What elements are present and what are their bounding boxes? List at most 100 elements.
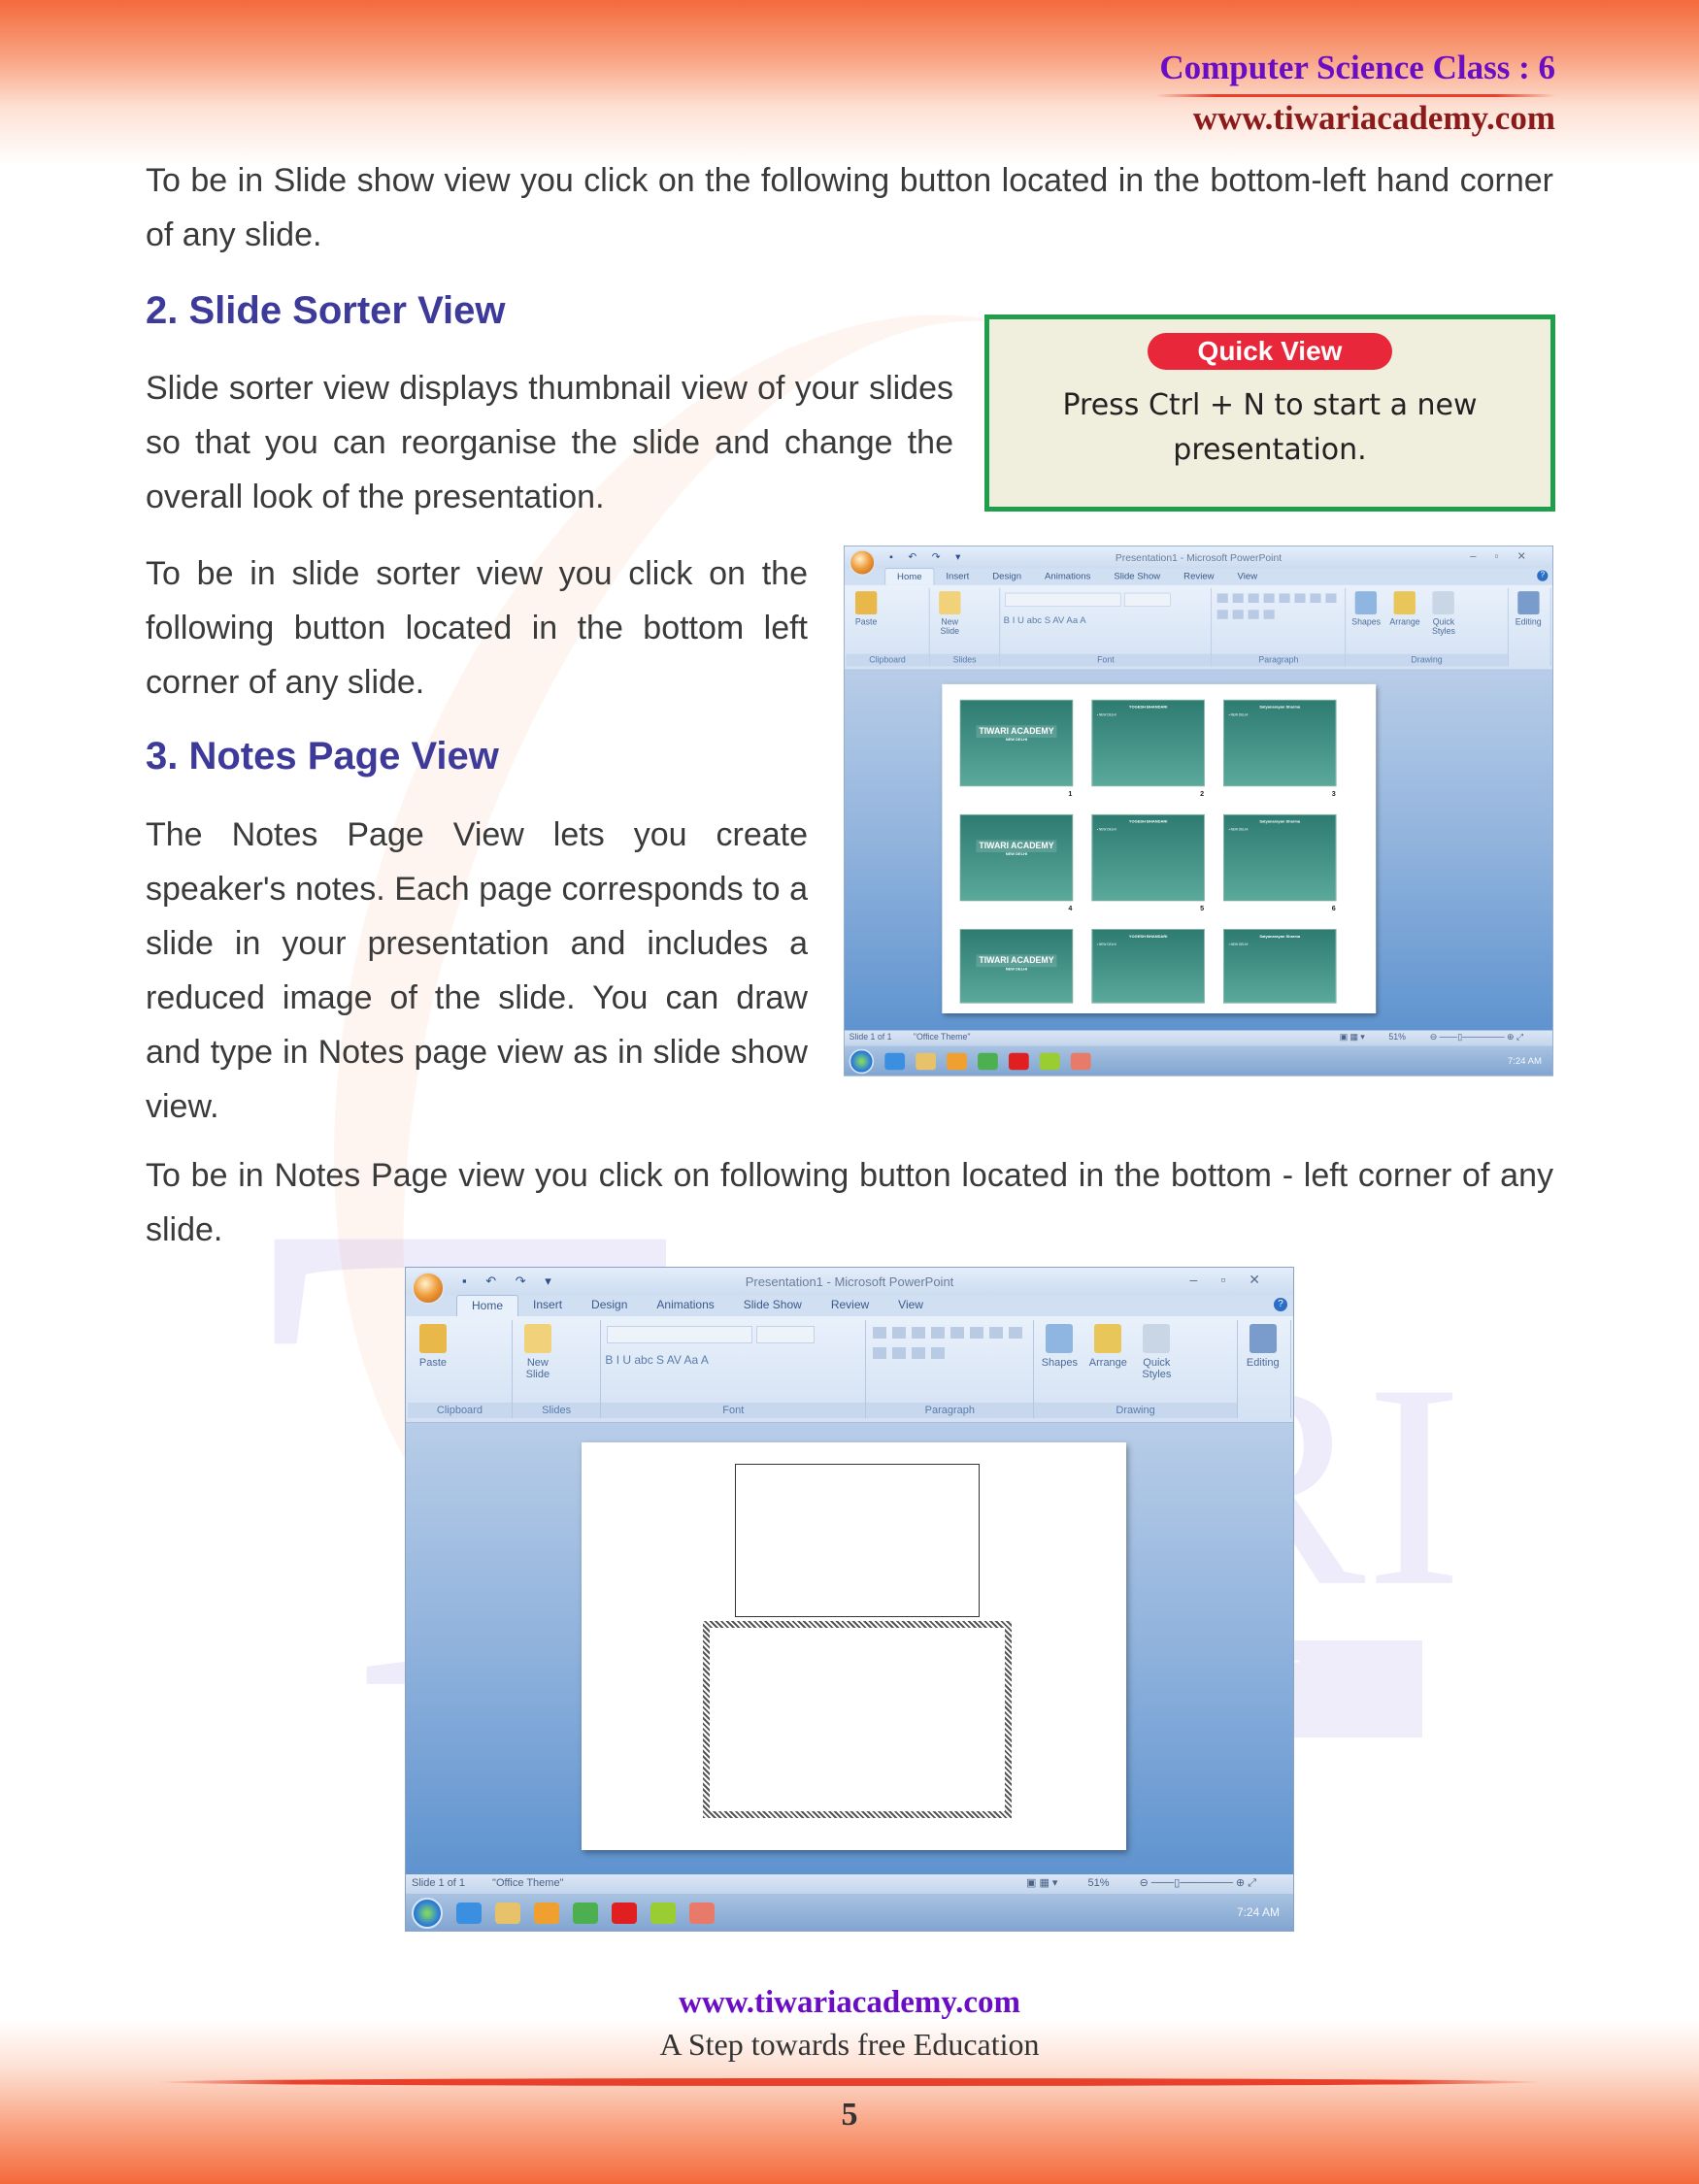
slide-thumbnail[interactable]: YOGESH BHANDARI • NEW DELHI: [1091, 929, 1205, 1004]
paste-button[interactable]: Paste: [850, 591, 883, 627]
paragraph-format-icon[interactable]: [1232, 610, 1244, 619]
slide-thumbnail[interactable]: Satyanarayan Sharma • NEW DELHI: [1223, 929, 1337, 1004]
font-fields: [1004, 591, 1209, 609]
pdf-icon[interactable]: [689, 1903, 715, 1924]
paragraph-format-icon[interactable]: [1232, 593, 1244, 604]
taskbar-clock: 7:24 AM: [1507, 1055, 1542, 1067]
shapes-button[interactable]: Shapes: [1349, 591, 1383, 627]
paragraph-format-icon[interactable]: [1216, 610, 1228, 619]
paste-label: Paste: [854, 617, 878, 627]
paragraph-format-icon[interactable]: [1325, 593, 1337, 604]
paragraph-format-icon[interactable]: [912, 1327, 926, 1339]
view-buttons[interactable]: ▣ ▦ ▾: [1340, 1033, 1367, 1042]
tab-animations[interactable]: Animations: [1033, 568, 1102, 585]
help-icon[interactable]: ?: [1537, 570, 1549, 581]
tab-home[interactable]: Home: [456, 1295, 519, 1316]
paragraph-format-icon[interactable]: [931, 1347, 946, 1359]
slide-thumbnail[interactable]: YOGESH BHANDARI • NEW DELHI: [1091, 813, 1205, 902]
help-icon[interactable]: ?: [1274, 1298, 1287, 1311]
tab-design[interactable]: Design: [577, 1295, 642, 1316]
font-size-field[interactable]: [1124, 592, 1172, 608]
explorer-icon[interactable]: [495, 1903, 520, 1924]
tab-slide-show[interactable]: Slide Show: [1102, 568, 1172, 585]
font-size-field[interactable]: [756, 1326, 816, 1343]
explorer-icon[interactable]: [916, 1052, 936, 1071]
office-button[interactable]: [412, 1272, 445, 1305]
paragraph-format-icon[interactable]: [1263, 593, 1275, 604]
tab-review[interactable]: Review: [816, 1295, 883, 1316]
start-button[interactable]: [412, 1898, 443, 1929]
notes-text-placeholder[interactable]: [703, 1621, 1012, 1818]
zoom-slider[interactable]: ⊖ ───▯─────── ⊕ ⤢: [1427, 1033, 1523, 1042]
paragraph-format-icon[interactable]: [1310, 593, 1321, 604]
footer-url[interactable]: www.tiwariacademy.com: [0, 1985, 1699, 2021]
zoom-controls[interactable]: ▣ ▦ ▾ 51% ⊖ ───▯─────── ⊕ ⤢: [1340, 1032, 1545, 1042]
pdf-icon[interactable]: [1070, 1052, 1091, 1071]
app-icon[interactable]: [650, 1903, 676, 1924]
paragraph-format-icon[interactable]: [931, 1327, 946, 1339]
quick-styles-button[interactable]: Quick Styles: [1135, 1324, 1178, 1380]
font-name-field[interactable]: [1005, 592, 1121, 608]
start-button[interactable]: [849, 1048, 875, 1075]
quick-styles-button[interactable]: Quick Styles: [1426, 591, 1460, 636]
paragraph-format-icon[interactable]: [873, 1347, 887, 1359]
slide-thumbnail[interactable]: Satyanarayan Sharma • NEW DELHI: [1223, 699, 1337, 787]
header-url[interactable]: www.tiwariacademy.com: [1193, 99, 1555, 138]
paste-button[interactable]: Paste: [412, 1324, 454, 1369]
paragraph-format-icon[interactable]: [1009, 1327, 1023, 1339]
paragraph-format-icon[interactable]: [970, 1327, 984, 1339]
slide-thumbnail[interactable]: Satyanarayan Sharma • NEW DELHI: [1223, 813, 1337, 902]
tab-animations[interactable]: Animations: [642, 1295, 728, 1316]
window-controls[interactable]: –▫✕: [1470, 549, 1545, 563]
tab-home[interactable]: Home: [884, 568, 935, 585]
slide-thumbnail[interactable]: YOGESH BHANDARI • NEW DELHI: [1091, 699, 1205, 787]
paragraph-format-icon[interactable]: [912, 1347, 926, 1359]
workspace: [406, 1423, 1293, 1874]
paragraph-format-icon[interactable]: [873, 1327, 887, 1339]
slide-thumbnail[interactable]: TIWARI ACADEMY NEW DELHI: [959, 929, 1074, 1004]
ie-icon[interactable]: [456, 1903, 482, 1924]
tab-review[interactable]: Review: [1172, 568, 1225, 585]
media-player-icon[interactable]: [947, 1052, 967, 1071]
new-slide-button[interactable]: New Slide: [933, 591, 967, 636]
zoom-slider[interactable]: ⊖ ───▯─────── ⊕ ⤢: [1137, 1877, 1256, 1889]
arrange-button[interactable]: Arrange: [1387, 591, 1421, 627]
window-controls[interactable]: –▫✕: [1190, 1272, 1283, 1288]
opera-icon[interactable]: [1008, 1052, 1029, 1071]
tab-slide-show[interactable]: Slide Show: [729, 1295, 816, 1316]
office-button[interactable]: [849, 548, 876, 577]
tab-insert[interactable]: Insert: [934, 568, 981, 585]
paragraph-format-icon[interactable]: [950, 1327, 965, 1339]
chrome-icon[interactable]: [978, 1052, 998, 1071]
chrome-icon[interactable]: [573, 1903, 598, 1924]
paragraph-format-icon[interactable]: [989, 1327, 1004, 1339]
paragraph-format-icon[interactable]: [1248, 593, 1259, 604]
zoom-controls[interactable]: ▣ ▦ ▾ 51% ⊖ ───▯─────── ⊕ ⤢: [1026, 1876, 1283, 1890]
slide-thumbnail[interactable]: TIWARI ACADEMY NEW DELHI: [959, 699, 1074, 787]
font-name-field[interactable]: [607, 1326, 753, 1343]
slide-thumbnail[interactable]: TIWARI ACADEMY NEW DELHI: [959, 813, 1074, 902]
tab-view[interactable]: View: [883, 1295, 938, 1316]
arrange-button[interactable]: Arrange: [1086, 1324, 1129, 1369]
opera-icon[interactable]: [612, 1903, 637, 1924]
paragraph-format-icon[interactable]: [892, 1327, 907, 1339]
editing-button[interactable]: Editing: [1242, 1324, 1284, 1369]
paragraph-format-icon[interactable]: [1216, 593, 1228, 604]
taskbar-clock: 7:24 AM: [1236, 1905, 1280, 1919]
paragraph-format-icon[interactable]: [1294, 593, 1306, 604]
shapes-button[interactable]: Shapes: [1038, 1324, 1081, 1369]
paragraph-format-icon[interactable]: [1248, 610, 1259, 619]
app-icon[interactable]: [1039, 1052, 1060, 1071]
paragraph-format-icon[interactable]: [1279, 593, 1290, 604]
media-player-icon[interactable]: [534, 1903, 559, 1924]
paragraph-format-icon[interactable]: [892, 1347, 907, 1359]
tab-view[interactable]: View: [1226, 568, 1270, 585]
notes-slide-image[interactable]: [735, 1464, 980, 1617]
tab-insert[interactable]: Insert: [518, 1295, 577, 1316]
ie-icon[interactable]: [884, 1052, 906, 1071]
view-buttons[interactable]: ▣ ▦ ▾: [1026, 1877, 1060, 1889]
paragraph-format-icon[interactable]: [1263, 610, 1275, 619]
new-slide-button[interactable]: New Slide: [516, 1324, 559, 1380]
tab-design[interactable]: Design: [981, 568, 1033, 585]
editing-button[interactable]: Editing: [1512, 591, 1546, 627]
